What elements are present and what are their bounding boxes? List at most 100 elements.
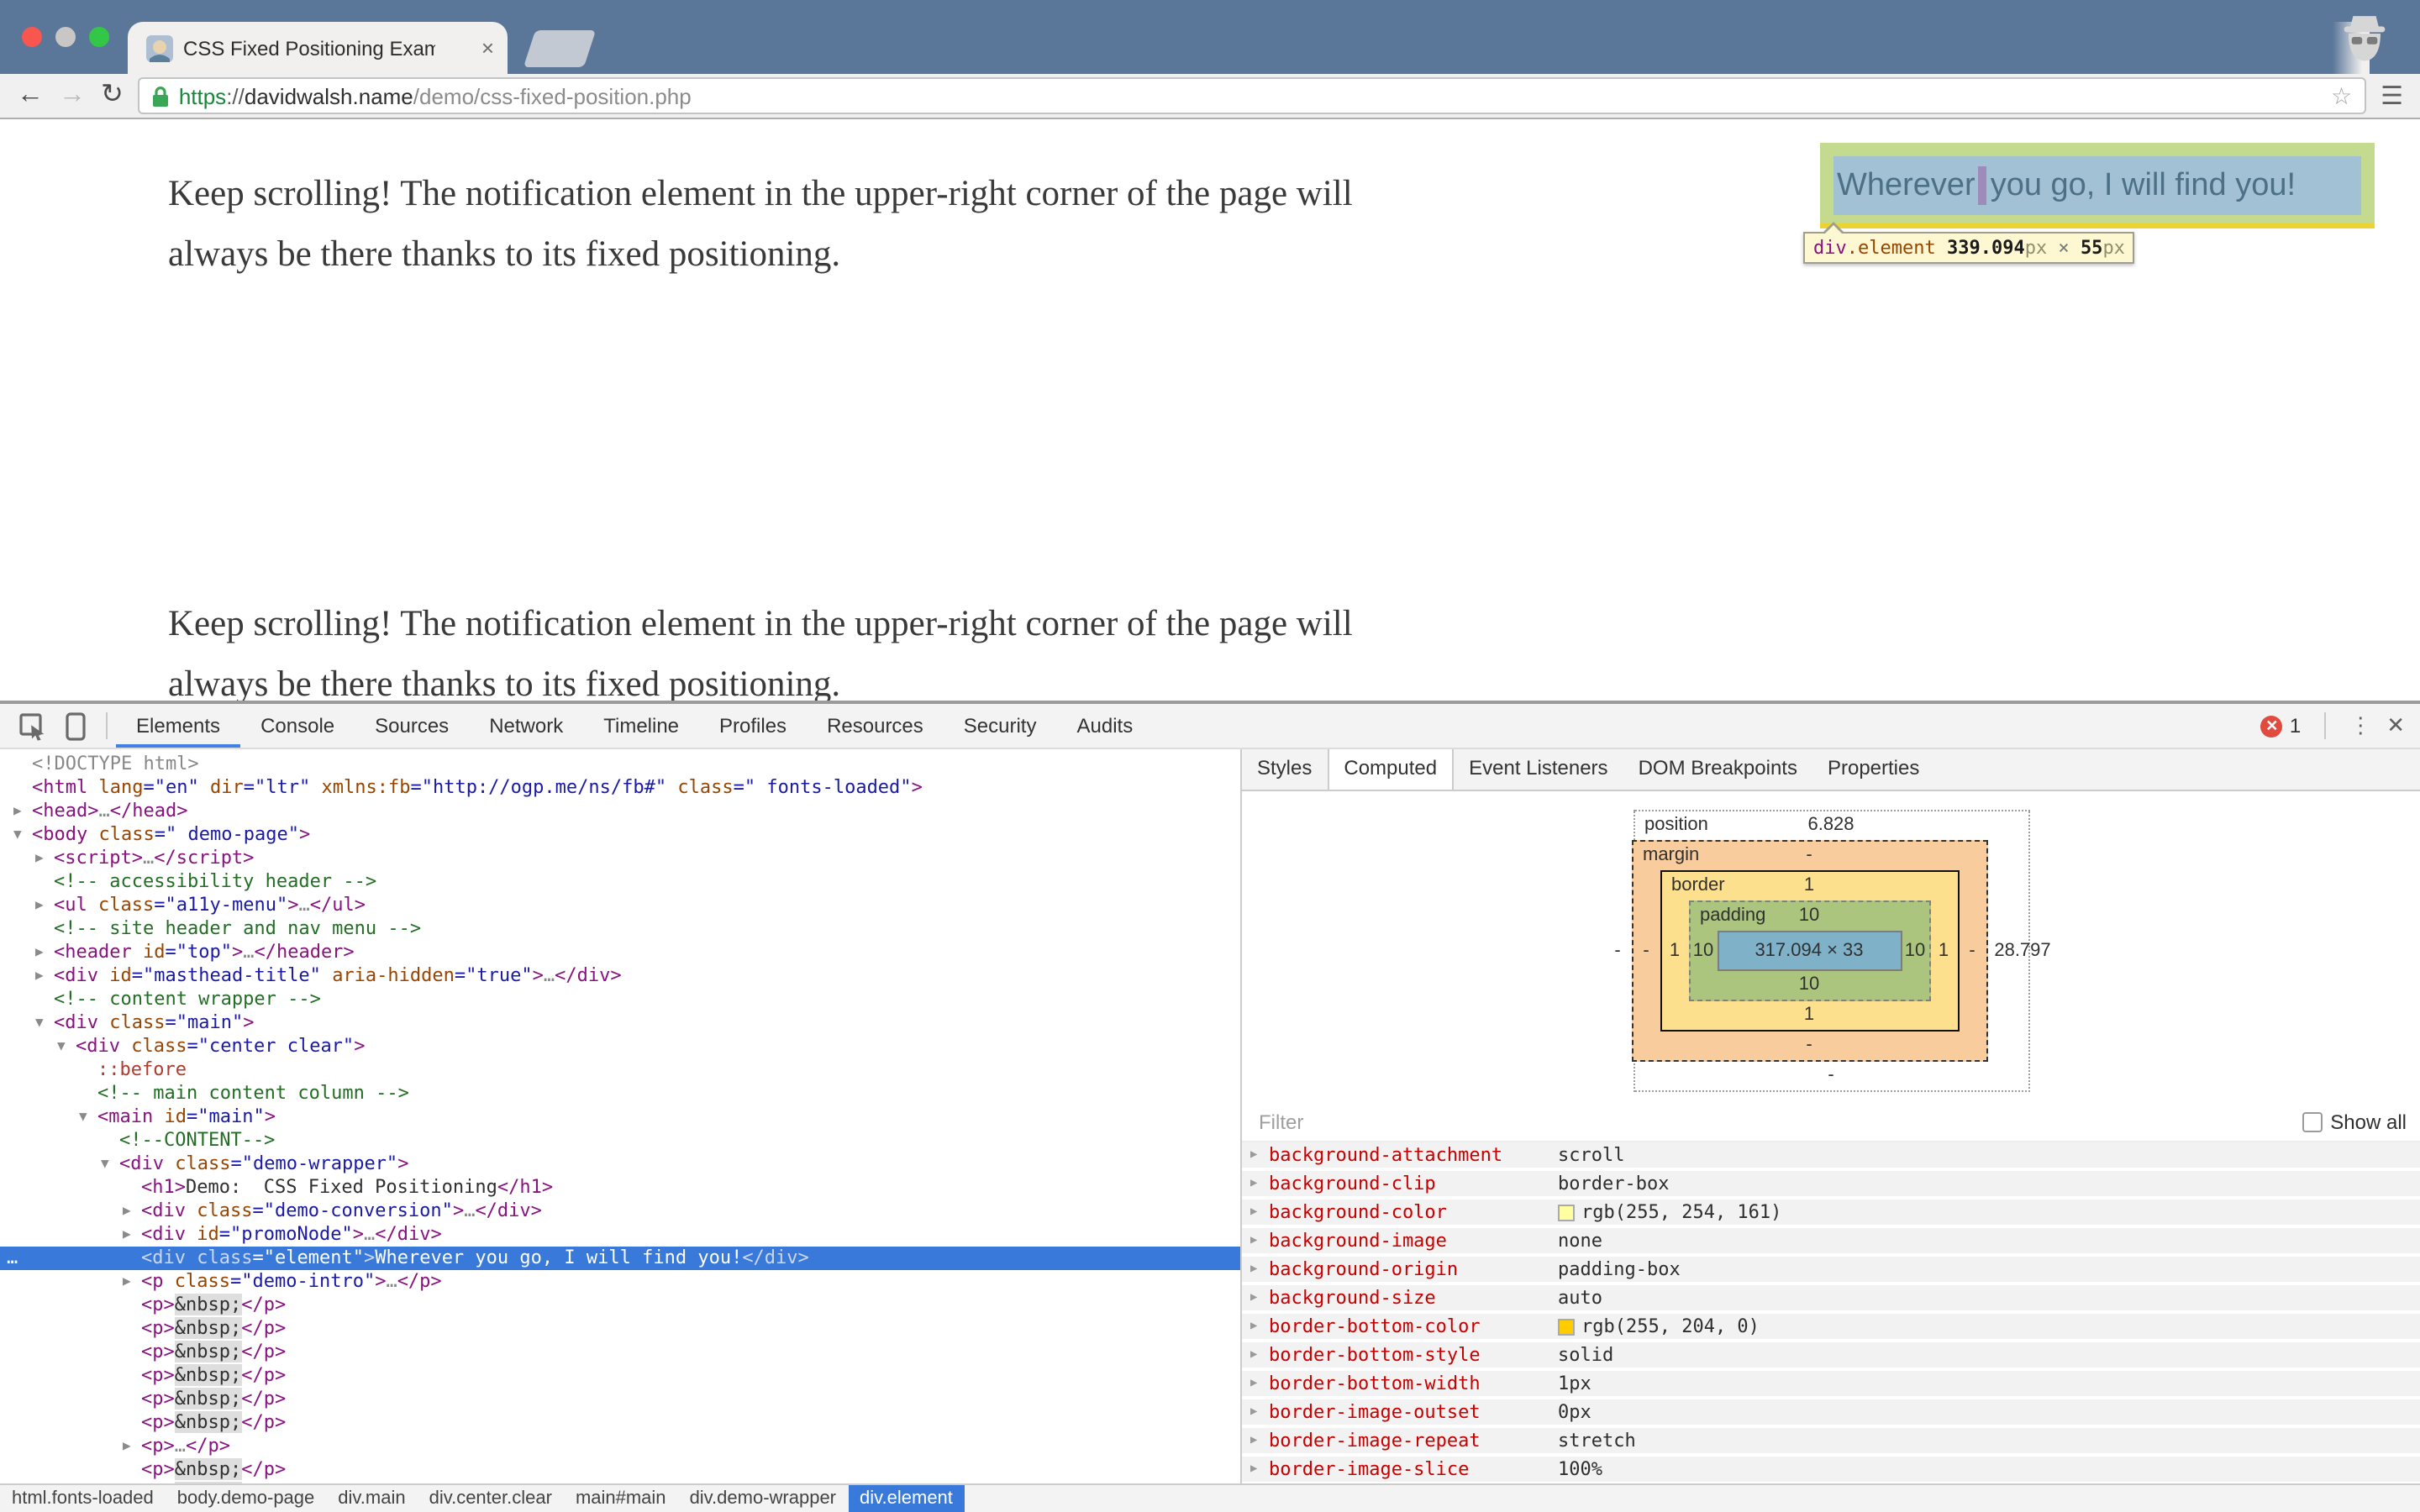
disclosure-arrow-icon[interactable]: ▶ <box>35 964 54 988</box>
disclosure-arrow-icon[interactable]: ▶ <box>35 894 54 917</box>
breadcrumb-item[interactable]: div.main <box>326 1485 417 1512</box>
tree-row[interactable]: ▼<body class=" demo-page"> <box>0 823 1240 847</box>
breadcrumb-item[interactable]: html.fonts-loaded <box>0 1485 166 1512</box>
tree-row[interactable]: <!DOCTYPE html> <box>0 753 1240 776</box>
computed-property-row[interactable]: ▶background-originpadding-box <box>1242 1257 2420 1285</box>
disclosure-arrow-icon[interactable]: ▼ <box>57 1035 76 1058</box>
tree-row[interactable]: <html lang="en" dir="ltr" xmlns:fb="http… <box>0 776 1240 800</box>
computed-property-row[interactable]: ▶background-attachmentscroll <box>1242 1142 2420 1171</box>
sidebar-tab-properties[interactable]: Properties <box>1812 749 1934 790</box>
filter-input[interactable] <box>1255 1109 2302 1136</box>
tree-row[interactable]: <!-- main content column --> <box>0 1082 1240 1105</box>
disclosure-arrow-icon[interactable]: ▼ <box>101 1152 119 1176</box>
tree-row[interactable]: <p>&nbsp;</p> <box>0 1458 1240 1482</box>
window-zoom-button[interactable] <box>89 27 109 47</box>
disclosure-arrow-icon[interactable]: ▶ <box>35 847 54 870</box>
tree-row[interactable]: <p>&nbsp;</p> <box>0 1317 1240 1341</box>
bookmark-star-icon[interactable]: ☆ <box>2331 81 2352 110</box>
disclosure-arrow-icon[interactable]: ▶ <box>123 1223 141 1247</box>
disclosure-arrow-icon[interactable]: ▶ <box>123 1200 141 1223</box>
computed-property-row[interactable]: ▶border-bottom-width1px <box>1242 1371 2420 1399</box>
sidebar-tab-computed[interactable]: Computed <box>1327 749 1454 790</box>
computed-property-row[interactable]: ▶border-bottom-stylesolid <box>1242 1342 2420 1371</box>
browser-tab[interactable]: CSS Fixed Positioning Exam × <box>128 22 508 74</box>
breadcrumb-item[interactable]: div.demo-wrapper <box>678 1485 848 1512</box>
tree-row[interactable]: <!-- content wrapper --> <box>0 988 1240 1011</box>
error-count-badge[interactable]: ✕1 <box>2261 714 2301 738</box>
disclosure-arrow-icon[interactable]: ▶ <box>13 800 32 823</box>
disclosure-arrow-icon[interactable]: ▼ <box>13 823 32 847</box>
forward-button[interactable]: → <box>59 82 86 109</box>
breadcrumb-item[interactable]: div.center.clear <box>418 1485 564 1512</box>
devtools-tab-sources[interactable]: Sources <box>355 704 469 748</box>
tree-row[interactable]: <p>&nbsp;</p> <box>0 1388 1240 1411</box>
tree-row[interactable]: <!--CONTENT--> <box>0 1129 1240 1152</box>
disclosure-arrow-icon[interactable]: ▼ <box>79 1105 97 1129</box>
tree-row[interactable]: ▼<main id="main"> <box>0 1105 1240 1129</box>
tree-row[interactable]: ▶<script>…</script> <box>0 847 1240 870</box>
sidebar-tab-event-listeners[interactable]: Event Listeners <box>1454 749 1623 790</box>
disclosure-arrow-icon[interactable]: ▶ <box>35 941 54 964</box>
window-minimize-button[interactable] <box>55 27 76 47</box>
tree-row[interactable]: <h1>Demo: CSS Fixed Positioning</h1> <box>0 1176 1240 1200</box>
sidebar-tab-dom-breakpoints[interactable]: DOM Breakpoints <box>1623 749 1812 790</box>
tree-row[interactable]: ▶<div id="promoNode">…</div> <box>0 1223 1240 1247</box>
tree-row[interactable]: ▶<div class="demo-conversion">…</div> <box>0 1200 1240 1223</box>
device-toolbar-icon[interactable] <box>54 707 97 744</box>
inspect-element-icon[interactable] <box>10 707 54 744</box>
address-bar[interactable]: https://davidwalsh.name/demo/css-fixed-p… <box>139 77 2365 114</box>
tab-close-icon[interactable]: × <box>481 22 494 74</box>
tree-row[interactable]: ▶<p class="demo-intro">…</p> <box>0 1270 1240 1294</box>
show-all-checkbox[interactable] <box>2302 1112 2322 1132</box>
tree-row[interactable]: ▶<ul class="a11y-menu">…</ul> <box>0 894 1240 917</box>
computed-property-row[interactable]: ▶border-image-repeatstretch <box>1242 1428 2420 1457</box>
tree-row[interactable]: ▼<div class="center clear"> <box>0 1035 1240 1058</box>
tree-row[interactable]: ▼<div class="demo-wrapper"> <box>0 1152 1240 1176</box>
breadcrumb-item[interactable]: main#main <box>564 1485 678 1512</box>
tree-row[interactable]: <p>&nbsp;</p> <box>0 1411 1240 1435</box>
sidebar-tab-styles[interactable]: Styles <box>1242 749 1327 790</box>
computed-property-row[interactable]: ▶background-clipborder-box <box>1242 1171 2420 1200</box>
computed-property-row[interactable]: ▶border-image-outset0px <box>1242 1399 2420 1428</box>
devtools-tab-audits[interactable]: Audits <box>1057 704 1154 748</box>
devtools-close-icon[interactable]: ✕ <box>2386 712 2405 739</box>
devtools-menu-icon[interactable]: ⋮ <box>2349 712 2371 739</box>
devtools-tab-resources[interactable]: Resources <box>807 704 944 748</box>
disclosure-arrow-icon[interactable]: ▼ <box>35 1011 54 1035</box>
tree-row[interactable]: <p>&nbsp;</p> <box>0 1482 1240 1483</box>
disclosure-arrow-icon[interactable]: ▶ <box>123 1435 141 1458</box>
tree-row[interactable]: ▶<div id="masthead-title" aria-hidden="t… <box>0 964 1240 988</box>
tree-row[interactable]: <!-- accessibility header --> <box>0 870 1240 894</box>
devtools-tab-network[interactable]: Network <box>469 704 583 748</box>
tree-row[interactable]: ▶<p>…</p> <box>0 1435 1240 1458</box>
tree-row[interactable]: ▶<header id="top">…</header> <box>0 941 1240 964</box>
disclosure-arrow-icon[interactable]: ▶ <box>123 1270 141 1294</box>
tree-row[interactable]: <p>&nbsp;</p> <box>0 1341 1240 1364</box>
inspected-notification-element[interactable]: Whereveryou go, I will find you! <box>1820 143 2375 228</box>
devtools-tab-timeline[interactable]: Timeline <box>583 704 699 748</box>
computed-property-row[interactable]: ▶background-sizeauto <box>1242 1285 2420 1314</box>
tree-row[interactable]: <p>&nbsp;</p> <box>0 1294 1240 1317</box>
tree-row[interactable]: …<div class="element">Wherever you go, I… <box>0 1247 1240 1270</box>
computed-property-row[interactable]: ▶border-image-slice100% <box>1242 1457 2420 1483</box>
tree-row[interactable]: ::before <box>0 1058 1240 1082</box>
window-close-button[interactable] <box>22 27 42 47</box>
devtools-tab-security[interactable]: Security <box>944 704 1057 748</box>
new-tab-button[interactable] <box>523 30 596 67</box>
devtools-tab-profiles[interactable]: Profiles <box>699 704 807 748</box>
devtools-tab-console[interactable]: Console <box>240 704 355 748</box>
tree-row[interactable]: ▶<head>…</head> <box>0 800 1240 823</box>
reload-button[interactable]: ↻ <box>101 82 124 109</box>
computed-property-row[interactable]: ▶border-bottom-colorrgb(255, 204, 0) <box>1242 1314 2420 1342</box>
tree-row[interactable]: <p>&nbsp;</p> <box>0 1364 1240 1388</box>
breadcrumb-item[interactable]: body.demo-page <box>166 1485 327 1512</box>
tree-row[interactable]: <!-- site header and nav menu --> <box>0 917 1240 941</box>
computed-property-row[interactable]: ▶background-imagenone <box>1242 1228 2420 1257</box>
computed-property-row[interactable]: ▶background-colorrgb(255, 254, 161) <box>1242 1200 2420 1228</box>
tree-row[interactable]: ▼<div class="main"> <box>0 1011 1240 1035</box>
devtools-tab-elements[interactable]: Elements <box>116 704 240 748</box>
back-button[interactable]: ← <box>17 82 44 109</box>
show-all-control[interactable]: Show all <box>2302 1110 2407 1134</box>
chrome-menu-icon[interactable]: ☰ <box>2381 81 2403 111</box>
breadcrumb-item[interactable]: div.element <box>848 1485 965 1512</box>
